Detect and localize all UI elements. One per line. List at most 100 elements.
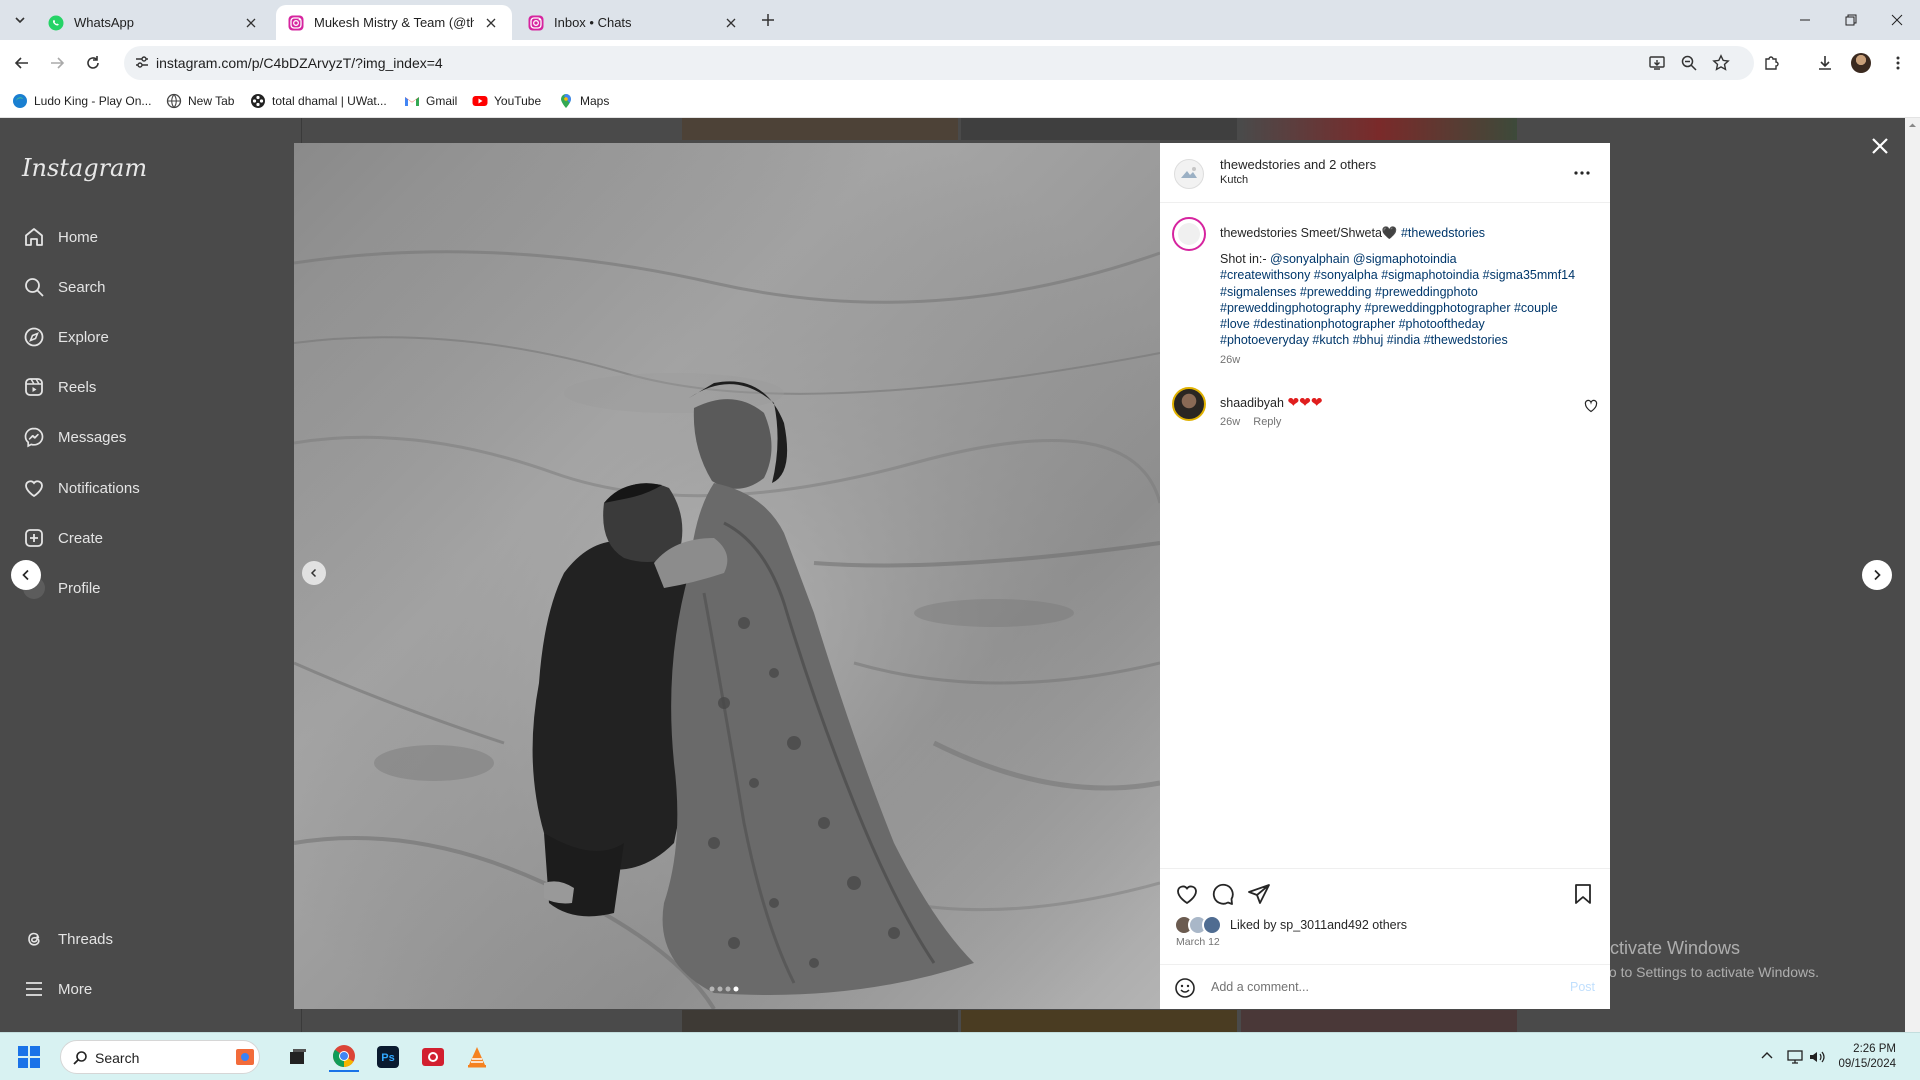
tab-close-button[interactable] (482, 14, 500, 32)
post-location[interactable]: Kutch (1220, 174, 1248, 186)
background-thumbnail (682, 118, 958, 140)
zoom-icon[interactable] (1680, 54, 1698, 72)
bookmark-total-dhamal[interactable]: total dhamal | UWat... (250, 93, 387, 109)
next-post-button[interactable] (1862, 560, 1892, 590)
bookmark-gmail[interactable]: Gmail (404, 93, 457, 109)
post-comment-button[interactable]: Post (1570, 980, 1595, 994)
page-scrollbar[interactable] (1905, 118, 1920, 1032)
bookmark-youtube[interactable]: YouTube (472, 93, 541, 109)
likes-count-link[interactable]: 492 others (1348, 918, 1407, 932)
browser-menu-button[interactable] (1886, 51, 1910, 75)
windows-start-icon[interactable] (18, 1046, 40, 1068)
sidebar-item-create[interactable]: Create (22, 524, 103, 552)
caption-timestamp: 26w (1220, 354, 1241, 367)
windows-taskbar: Search Ps 2:26 PM 09/15/2024 (0, 1032, 1920, 1080)
downloads-button[interactable] (1813, 51, 1837, 75)
sidebar-item-more[interactable]: More (22, 975, 92, 1003)
caption-username[interactable]: thewedstories (1220, 226, 1297, 240)
sidebar-item-reels[interactable]: Reels (22, 373, 96, 401)
hashtag-line[interactable]: #photoeveryday #kutch #bhuj #india #thew… (1220, 332, 1595, 348)
globe-icon (166, 93, 182, 109)
comment-button[interactable] (1210, 881, 1236, 907)
bookmark-label: YouTube (494, 94, 542, 108)
post-photo[interactable] (294, 143, 1160, 1009)
taskbar-vlc[interactable] (462, 1042, 492, 1072)
caption-mentions[interactable]: @sonyalphain @sigmaphotoindia (1270, 252, 1457, 266)
window-close-button[interactable] (1874, 0, 1920, 40)
threads-icon (22, 927, 46, 951)
new-tab-button[interactable] (756, 8, 780, 32)
compass-icon (22, 325, 46, 349)
activation-watermark-title: Activate Windows (1598, 938, 1741, 958)
sidebar-item-threads[interactable]: Threads (22, 925, 113, 953)
hashtag-line[interactable]: #love #destinationphotographer #photooft… (1220, 316, 1595, 332)
address-bar[interactable]: instagram.com/p/C4bDZArvyzT/?img_index=4 (124, 46, 1754, 80)
tab-search-button[interactable] (8, 8, 32, 32)
sidebar-item-label: Notifications (58, 479, 140, 497)
reply-button[interactable]: Reply (1253, 416, 1281, 428)
extensions-button[interactable] (1760, 51, 1784, 75)
network-icon[interactable] (1786, 1048, 1804, 1066)
background-thumbnail (1241, 1010, 1517, 1032)
heart-icon[interactable] (1584, 399, 1598, 413)
avatar[interactable] (1174, 159, 1204, 189)
back-button[interactable] (10, 51, 34, 75)
instagram-logo[interactable]: Instagram (22, 154, 147, 182)
comment-input[interactable]: Add a comment... (1211, 980, 1309, 994)
tab-inbox-chats[interactable]: Inbox • Chats (516, 5, 752, 40)
collab-others-link[interactable]: 2 others (1329, 157, 1376, 172)
save-button[interactable] (1570, 881, 1596, 907)
photoshop-icon: Ps (377, 1046, 399, 1068)
sidebar-item-explore[interactable]: Explore (22, 323, 109, 351)
bookmark-star-icon[interactable] (1712, 54, 1730, 72)
taskbar-camera-app[interactable] (418, 1042, 448, 1072)
tab-instagram-post[interactable]: Mukesh Mistry & Team (@thew (276, 5, 512, 40)
hashtag-line[interactable]: #sigmalenses #prewedding #preweddingphot… (1220, 284, 1595, 300)
sidebar-item-label: Create (58, 529, 104, 547)
previous-post-button[interactable] (11, 560, 41, 590)
system-clock[interactable]: 2:26 PM 09/15/2024 (1836, 1042, 1896, 1072)
restore-icon (1845, 14, 1857, 26)
post-options-button[interactable] (1570, 161, 1594, 185)
sidebar-item-search[interactable]: Search (22, 273, 106, 301)
bookmark-ludo-king[interactable]: Ludo King - Play On... (12, 93, 151, 109)
comment-meta: 26w Reply (1220, 416, 1281, 428)
tab-title: Mukesh Mistry & Team (@thew (314, 15, 474, 30)
restore-button[interactable] (1828, 0, 1874, 40)
tab-whatsapp[interactable]: WhatsApp (36, 5, 272, 40)
taskbar-chrome[interactable] (329, 1042, 359, 1072)
caption-hashtag[interactable]: #thewedstories (1401, 226, 1485, 240)
instagram-sidebar: Instagram Home Search Explore Reels Mess… (0, 118, 302, 1032)
sidebar-item-messages[interactable]: Messages (22, 423, 126, 451)
puzzle-icon (1765, 56, 1779, 70)
chevron-up-icon[interactable] (1760, 1049, 1774, 1063)
carousel-previous-button[interactable] (302, 561, 326, 585)
avatar[interactable] (1172, 217, 1206, 251)
profile-button[interactable] (1849, 51, 1873, 75)
share-button[interactable] (1246, 881, 1272, 907)
post-author-username[interactable]: thewedstories (1220, 157, 1300, 172)
sidebar-item-notifications[interactable]: Notifications (22, 474, 140, 502)
hashtag-line[interactable]: #preweddingphotography #preweddingphotog… (1220, 300, 1595, 316)
film-reel-icon (251, 94, 265, 108)
volume-icon[interactable] (1808, 1048, 1826, 1066)
emoji-icon[interactable] (1174, 977, 1196, 999)
reload-button[interactable] (81, 51, 105, 75)
task-view-button[interactable] (283, 1042, 313, 1072)
bookmark-new-tab[interactable]: New Tab (166, 93, 234, 109)
like-button[interactable] (1174, 881, 1200, 907)
forward-button[interactable] (45, 51, 69, 75)
avatar[interactable] (1172, 387, 1206, 421)
close-modal-button[interactable] (1866, 132, 1894, 160)
hashtag-line[interactable]: #createwithsony #sonyalpha #sigmaphotoin… (1220, 267, 1595, 283)
sidebar-item-home[interactable]: Home (22, 223, 98, 251)
taskbar-photoshop[interactable]: Ps (373, 1042, 403, 1072)
tab-close-button[interactable] (722, 14, 740, 32)
install-app-icon[interactable] (1648, 54, 1666, 72)
taskbar-search[interactable]: Search (60, 1040, 260, 1074)
minimize-button[interactable] (1782, 0, 1828, 40)
comment-username[interactable]: shaadibyah (1220, 396, 1284, 410)
liked-by-user[interactable]: sp_3011 (1280, 918, 1327, 932)
tab-close-button[interactable] (242, 14, 260, 32)
bookmark-maps[interactable]: Maps (558, 93, 609, 109)
